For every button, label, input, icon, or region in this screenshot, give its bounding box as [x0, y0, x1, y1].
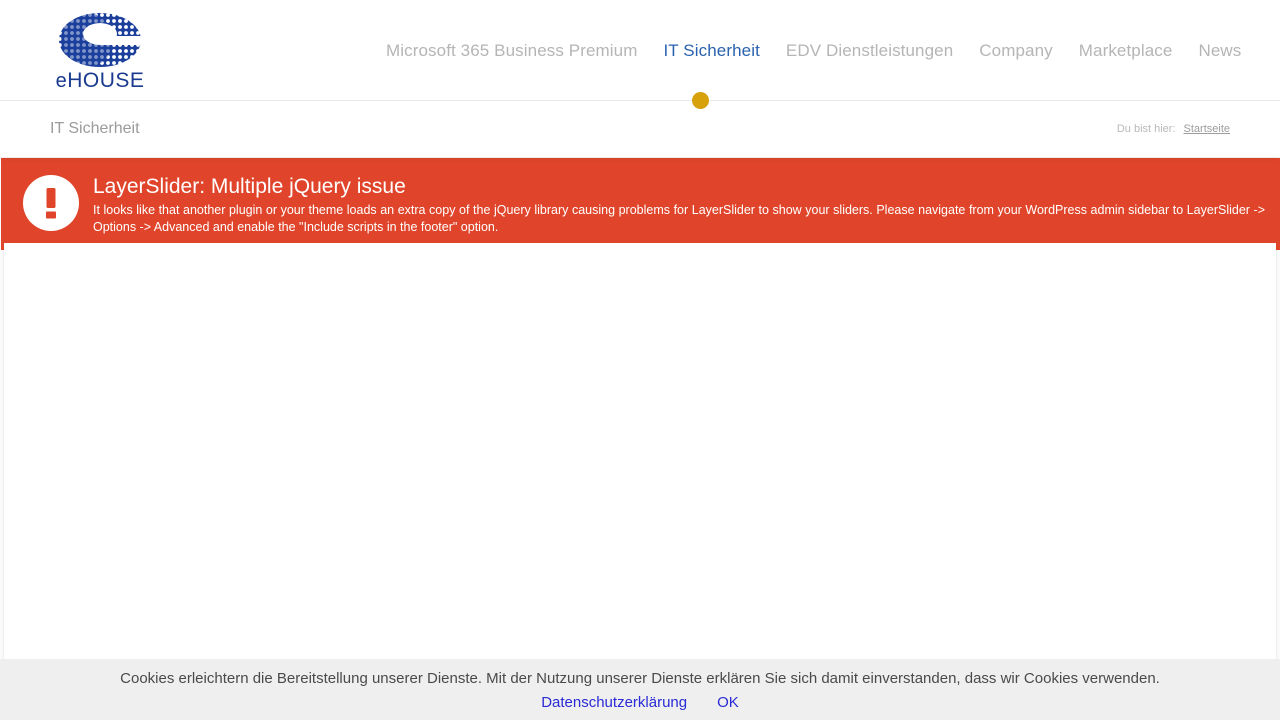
exclamation-circle-icon	[23, 175, 79, 231]
cookie-consent-text: Cookies erleichtern die Bereitstellung u…	[120, 669, 1160, 687]
breadcrumb: Du bist hier: Startseite	[1117, 123, 1230, 135]
breadcrumb-bar: IT Sicherheit Du bist hier: Startseite	[0, 101, 1280, 158]
cookie-accept-button[interactable]: OK	[717, 694, 739, 711]
header-accent-dot-icon	[692, 92, 709, 109]
site-header: eHOUSE Microsoft 365 Business Premium IT…	[0, 0, 1280, 109]
logo-text-prefix: e	[55, 69, 68, 92]
page-content-empty	[4, 243, 1276, 660]
nav-item-marketplace[interactable]: Marketplace	[1079, 41, 1173, 61]
error-banner-title: LayerSlider: Multiple jQuery issue	[93, 175, 406, 198]
main-navigation: Microsoft 365 Business Premium IT Sicher…	[386, 0, 1241, 101]
content-area: LayerSlider: Multiple jQuery issue It lo…	[1, 158, 1280, 660]
cookie-consent-actions: Datenschutzerklärung OK	[541, 694, 739, 711]
nav-item-company[interactable]: Company	[979, 41, 1052, 61]
privacy-policy-link[interactable]: Datenschutzerklärung	[541, 694, 687, 711]
page-title: IT Sicherheit	[50, 120, 140, 137]
nav-item-it-sicherheit[interactable]: IT Sicherheit	[663, 41, 759, 61]
layerslider-error-banner: LayerSlider: Multiple jQuery issue It lo…	[1, 158, 1280, 250]
breadcrumb-prefix-label: Du bist hier:	[1116, 123, 1176, 135]
logo-text-suffix: HOUSE	[67, 68, 145, 92]
site-logo[interactable]: eHOUSE	[50, 8, 150, 94]
nav-item-microsoft-365-business-premium[interactable]: Microsoft 365 Business Premium	[386, 41, 637, 61]
site-logo-text: eHOUSE	[56, 70, 145, 91]
ehouse-e-logo-icon	[57, 11, 143, 68]
nav-item-edv-dienstleistungen[interactable]: EDV Dienstleistungen	[786, 41, 953, 61]
error-banner-description: It looks like that another plugin or you…	[93, 203, 1265, 234]
cookie-consent-bar: Cookies erleichtern die Bereitstellung u…	[0, 659, 1280, 720]
error-banner-body: LayerSlider: Multiple jQuery issue It lo…	[93, 172, 1271, 236]
nav-item-news[interactable]: News	[1198, 41, 1241, 61]
page-root: eHOUSE Microsoft 365 Business Premium IT…	[0, 0, 1280, 720]
breadcrumb-item-startseite[interactable]: Startseite	[1184, 123, 1230, 135]
